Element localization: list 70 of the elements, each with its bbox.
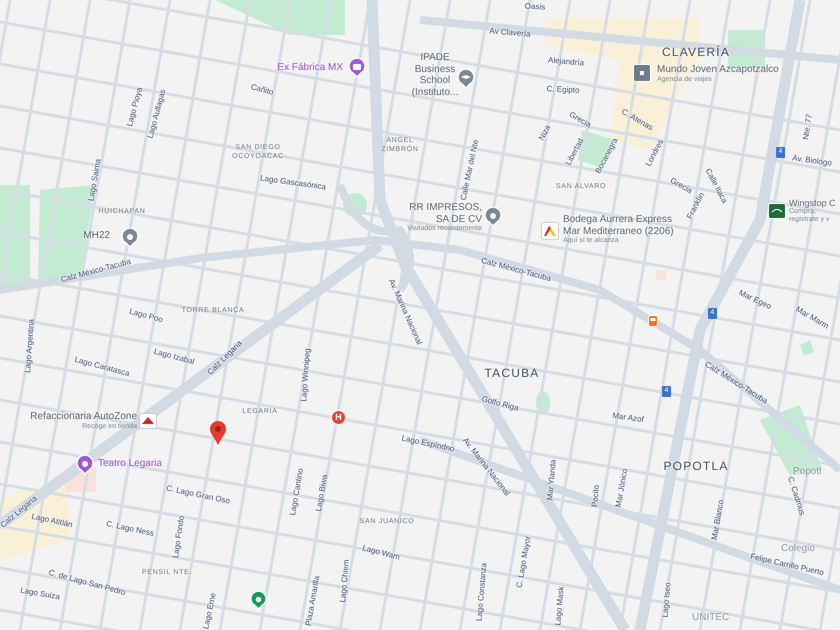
street-label: Av. Biologo (792, 154, 832, 168)
street-label: Golfo Riga (480, 395, 520, 413)
street-label: Mar Ylanda (546, 459, 558, 501)
street-label: C. Lago Gran Oso (165, 484, 231, 506)
street-label: Plaza Amarilla (304, 575, 322, 627)
neighborhood-label: CLAVERÍA (662, 44, 730, 61)
street-label: C. Lago Ness (105, 520, 155, 538)
place-name[interactable]: Mundo Joven Azcapotzalco (657, 64, 779, 76)
street-label: Alejandría (548, 56, 584, 68)
street-label: Lago Suiza (20, 586, 60, 602)
street-label: Mar Blanco (710, 499, 726, 541)
street-label: Lago Atitlán (30, 512, 74, 530)
street-label: Calle Mar del Nte (460, 138, 480, 202)
place-name[interactable]: Teatro Legaria (98, 458, 162, 470)
street-label: Lago Cantino (288, 468, 306, 516)
place-name[interactable]: Ex Fábrica MX (277, 62, 343, 74)
street-label: C. Cadmus (786, 476, 806, 516)
street-label: Lago Fondo (172, 515, 186, 559)
park-area (760, 405, 822, 476)
street-label: Oasis (524, 2, 546, 12)
building-area (656, 270, 666, 280)
transit-icon[interactable] (648, 315, 658, 327)
place-name[interactable]: Wingstop C (789, 198, 836, 208)
street-label: Nte. 77 (802, 114, 814, 140)
street-label: C. Egipto (546, 85, 580, 95)
street-label: Lago Pioya (126, 86, 144, 128)
street-label: Pocito (591, 484, 601, 508)
street-label: Lago Mask (554, 586, 566, 626)
street-label: Calle Itaca (704, 167, 728, 205)
street-label: Lago Iseo (661, 582, 673, 618)
street-label: Mar Azof (612, 412, 644, 424)
street-label: Lago Argentina (24, 318, 36, 374)
location-pin-icon[interactable] (484, 207, 502, 227)
street-label: Lago Winnipeg (300, 348, 312, 402)
street-label: Lago Biwa (314, 474, 330, 512)
street-label: Lago Wam (361, 544, 401, 562)
street-label: Felipe Carrillo Puerto (750, 552, 824, 578)
location-pin-icon[interactable] (121, 228, 139, 248)
street-label: Lago Poo (128, 308, 164, 324)
place-name[interactable]: Colegio (781, 543, 815, 554)
street-label: Lago Espíndno (400, 434, 456, 454)
street-label: Lago Gascasónica (260, 174, 326, 192)
place-name[interactable]: Refaccionaria AutoZone (30, 411, 137, 422)
street-label: Lago Saima (87, 158, 103, 202)
street-label: Cañito (250, 83, 274, 97)
park-area (536, 391, 550, 415)
street-label: Mar Jónico (614, 468, 630, 508)
street-label: Mar Egeo (738, 289, 772, 311)
location-pin-icon[interactable] (250, 591, 267, 610)
neighborhood-label: TACUBA (484, 365, 540, 382)
place-name[interactable]: Bodega Aurrera Express Mar Mediterraneo (2206) (563, 214, 674, 237)
park-area (800, 340, 814, 356)
place-name[interactable]: UNITEC (692, 612, 730, 624)
neighborhood-label: POPOTLA (663, 458, 729, 475)
street-label: C. Lago Mayor (516, 535, 532, 589)
street-label: Av Clavería (489, 27, 531, 39)
camera-icon[interactable] (348, 58, 366, 78)
store-logo-icon[interactable] (541, 222, 559, 240)
street-label: Lago Izabal (152, 348, 196, 366)
street-label: Lago Aullagas (146, 88, 168, 140)
store-logo-icon[interactable] (139, 413, 157, 429)
location-pin-icon[interactable] (209, 420, 227, 446)
place-name[interactable]: IPADE Business School (Instituto... (412, 52, 458, 98)
place-name[interactable]: MH22 (83, 230, 110, 242)
street-label: Lago Chiem (339, 559, 351, 603)
street-label: Niza (538, 124, 552, 142)
street-label: Lago Erne (202, 592, 218, 630)
place-name[interactable]: RR IMPRESOS, SA DE CV (409, 202, 482, 225)
street-label: Lago Constanza (475, 562, 489, 622)
park-area (343, 193, 367, 217)
